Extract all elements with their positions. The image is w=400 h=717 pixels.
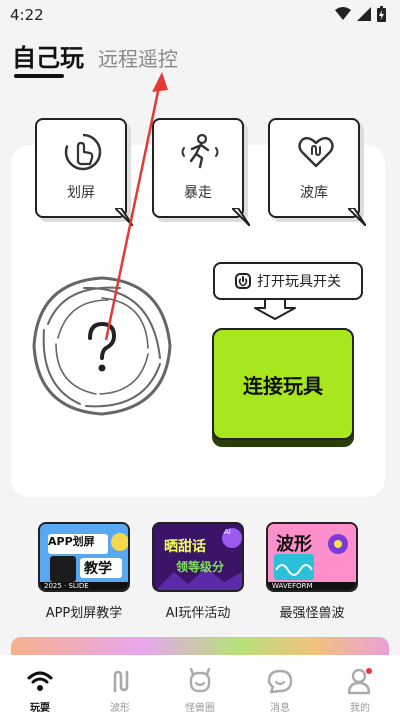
bottom-nav: 玩耍 波形 怪兽圈 消息 我的 (0, 655, 400, 717)
banner-monster-wave[interactable]: 波形 WAVEFORM (266, 522, 358, 592)
mode-card-wave-library[interactable]: 波库 (268, 118, 366, 226)
wave-icon (113, 670, 129, 693)
banner-monster-wave-tag: WAVEFORM (272, 582, 313, 590)
banner-ai-companion[interactable]: 晒甜话 领等级分 AI (152, 522, 244, 592)
tab-play-self-label: 自己玩 (12, 44, 84, 72)
nav-item-messages[interactable]: 消息 (240, 655, 320, 717)
banner-app-tutorial-subtitle: 教学 (84, 561, 112, 577)
nav-label-monster-circle: 怪兽圈 (185, 703, 215, 714)
cell-signal-icon (357, 7, 371, 21)
banner-ai-companion-tag: AI (224, 528, 231, 536)
power-hint-text: 打开玩具开关 (257, 274, 341, 290)
mode-label-wave-library: 波库 (300, 185, 328, 201)
notification-badge (366, 668, 372, 674)
banner-ai-companion-title: 晒甜话 (164, 539, 206, 555)
mode-label-swipe: 划屏 (67, 185, 95, 201)
battery-icon (377, 6, 386, 22)
banner-ai-companion-subtitle: 领等级分 (176, 560, 225, 574)
down-arrow-icon (254, 300, 296, 320)
nav-label-profile: 我的 (350, 703, 370, 714)
tab-play-self[interactable]: 自己玩 (12, 38, 84, 78)
wifi-status-icon (335, 7, 351, 20)
card-tail (232, 208, 250, 226)
unknown-toy-swirl (32, 276, 172, 416)
tab-remote-control[interactable]: 远程遥控 (98, 43, 178, 73)
status-icons (335, 6, 386, 22)
card-tail (115, 208, 133, 226)
banner-label-ai-companion[interactable]: AI玩伴活动 (138, 602, 258, 621)
promo-banner-strip[interactable] (11, 637, 389, 657)
card-tail (348, 208, 366, 226)
nav-item-waveform[interactable]: 波形 (80, 655, 160, 717)
profile-icon (347, 668, 372, 695)
running-person-icon (181, 133, 219, 169)
banner-app-tutorial-title: APP划屏 (48, 535, 95, 548)
nav-label-messages: 消息 (270, 703, 290, 714)
wifi-signal-icon (27, 671, 53, 691)
status-time: 4:22 (10, 6, 44, 24)
banner-label-app-tutorial[interactable]: APP划屏教学 (24, 602, 144, 621)
tab-active-underline (14, 74, 64, 78)
banner-app-tutorial-tag: 2025 · SLIDE (44, 582, 89, 590)
power-icon (235, 273, 251, 289)
connect-toy-button[interactable]: 连接玩具 (212, 328, 354, 440)
heart-wave-icon (298, 136, 334, 168)
nav-item-monster-circle[interactable]: 怪兽圈 (160, 655, 240, 717)
mode-card-swipe[interactable]: 划屏 (35, 118, 133, 226)
monster-icon (189, 667, 211, 693)
nav-item-play[interactable]: 玩耍 (0, 655, 80, 717)
power-hint-bubble: 打开玩具开关 (213, 262, 363, 300)
swipe-hand-icon (64, 133, 102, 171)
nav-item-profile[interactable]: 我的 (320, 655, 400, 717)
nav-label-waveform: 波形 (110, 703, 130, 714)
banner-label-monster-wave[interactable]: 最强怪兽波 (252, 602, 372, 621)
nav-label-play: 玩耍 (30, 703, 50, 714)
status-bar: 4:22 (0, 0, 400, 30)
banner-app-tutorial[interactable]: APP划屏 教学 2025 · SLIDE (38, 522, 130, 592)
mode-card-rampage[interactable]: 暴走 (152, 118, 250, 226)
mode-tabs: 自己玩 远程遥控 (12, 38, 178, 78)
banner-monster-wave-title: 波形 (276, 534, 312, 555)
mode-label-rampage: 暴走 (184, 185, 212, 201)
chat-bubble-icon (267, 669, 293, 694)
